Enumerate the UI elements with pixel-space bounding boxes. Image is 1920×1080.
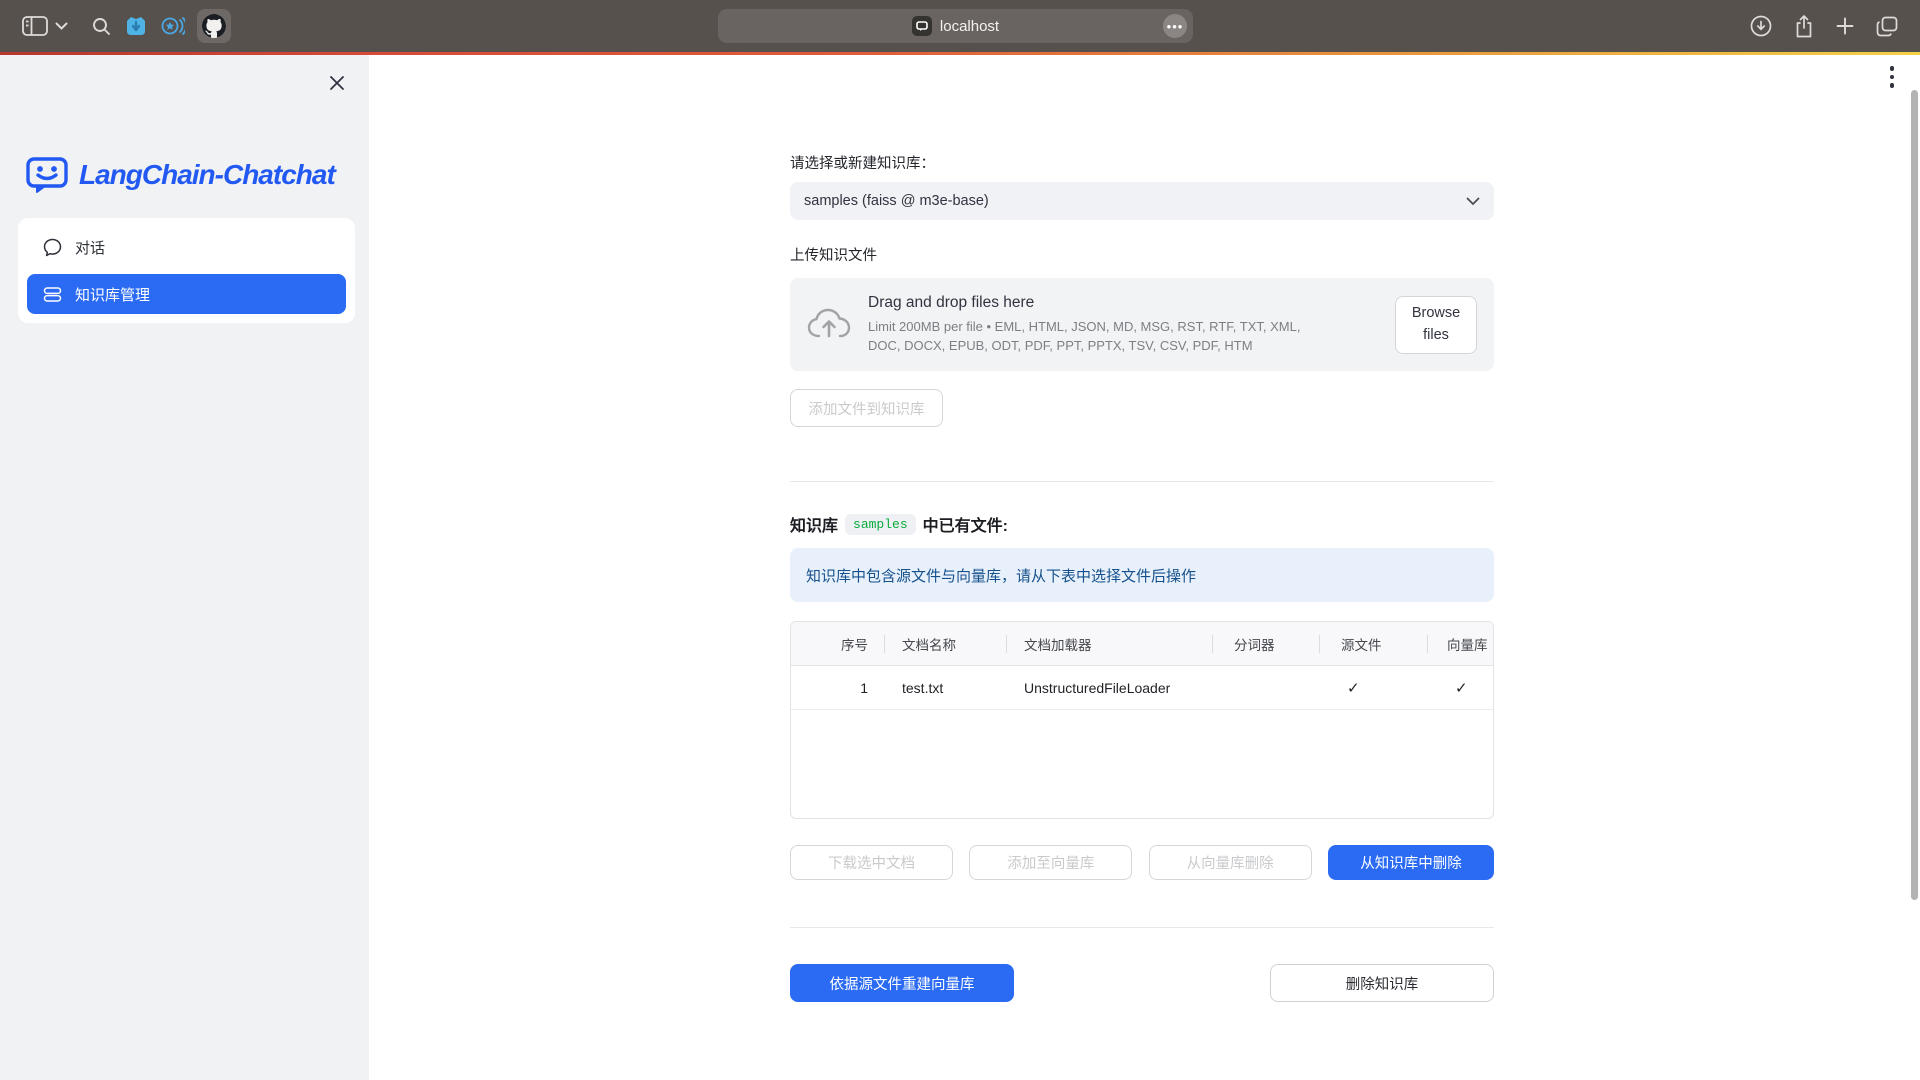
file-uploader-dropzone[interactable]: Drag and drop files here Limit 200MB per… (790, 278, 1494, 371)
search-icon[interactable] (92, 0, 111, 52)
share-icon[interactable] (1794, 0, 1814, 52)
rebuild-vectorstore-button[interactable]: 依据源文件重建向量库 (790, 964, 1014, 1002)
info-banner-text: 知识库中包含源文件与向量库，请从下表中选择文件后操作 (806, 565, 1196, 586)
address-bar[interactable]: localhost ••• (718, 9, 1193, 43)
cat-extension-icon[interactable] (125, 0, 147, 52)
file-actions-row: 下载选中文档 添加至向量库 从向量库删除 从知识库中删除 (790, 845, 1494, 880)
table-cell: test.txt (884, 666, 1006, 709)
chevron-down-icon (1466, 197, 1480, 206)
table-cell: ✓ (1319, 666, 1427, 709)
sidebar-toggle-icon[interactable] (22, 0, 48, 52)
info-banner: 知识库中包含源文件与向量库，请从下表中选择文件后操作 (790, 548, 1494, 602)
upload-label: 上传知识文件 (790, 244, 1494, 265)
add-to-vectorstore-button[interactable]: 添加至向量库 (969, 845, 1132, 880)
table-cell: UnstructuredFileLoader (1006, 666, 1212, 709)
table-header-cell: 分词器 (1212, 622, 1319, 665)
table-header-cell: 向量库 (1427, 622, 1493, 665)
table-body: 1test.txtUnstructuredFileLoader ✓✓ (791, 666, 1493, 710)
browser-toolbar: localhost ••• (0, 0, 1920, 52)
table-cell (1212, 666, 1319, 709)
table-cell: ✓ (1427, 666, 1493, 709)
database-icon (43, 285, 62, 304)
delete-kb-button[interactable]: 删除知识库 (1270, 964, 1494, 1002)
kb-selectbox[interactable]: samples (faiss @ m3e-base) (790, 182, 1494, 220)
table-header-row: 序号文档名称文档加载器分词器源文件向量库 (791, 622, 1493, 666)
table-row[interactable]: 1test.txtUnstructuredFileLoader ✓✓ (791, 666, 1493, 710)
github-extension-icon[interactable] (197, 9, 231, 43)
app-menu-icon[interactable] (1880, 63, 1904, 91)
delete-from-vectorstore-button[interactable]: 从向量库删除 (1149, 845, 1312, 880)
main-area: 请选择或新建知识库： samples (faiss @ m3e-base) 上传… (369, 55, 1920, 1080)
files-heading-suffix: 中已有文件: (923, 512, 1008, 536)
divider (790, 481, 1494, 482)
dropzone-title: Drag and drop files here (868, 294, 1303, 312)
new-tab-icon[interactable] (1836, 0, 1854, 52)
table-header-cell: 文档名称 (884, 622, 1006, 665)
kb-actions-row: 依据源文件重建向量库 删除知识库 (790, 964, 1494, 1002)
sidebar-close-icon[interactable] (323, 69, 351, 97)
sidebar-nav: 对话 知识库管理 (18, 218, 355, 323)
sidebar-item-dialogue[interactable]: 对话 (27, 227, 346, 267)
table-header-cell: 文档加载器 (1006, 622, 1212, 665)
page-options-icon[interactable]: ••• (1163, 14, 1187, 38)
sidebar: LangChain-Chatchat 对话 知识库管理 (0, 55, 369, 1080)
table-header-cell: 序号 (791, 622, 884, 665)
files-heading: 知识库 samples 中已有文件: (790, 512, 1494, 536)
kb-name-code: samples (845, 514, 916, 535)
kb-selectbox-value: samples (faiss @ m3e-base) (804, 193, 989, 209)
cloud-upload-icon (807, 308, 851, 342)
sidebar-item-label: 对话 (75, 237, 105, 258)
table-cell: 1 (791, 666, 884, 709)
scrollbar-thumb[interactable] (1911, 90, 1918, 900)
sidebar-item-knowledge-base[interactable]: 知识库管理 (27, 274, 346, 314)
browse-files-button[interactable]: Browse files (1395, 296, 1477, 354)
kb-select-label: 请选择或新建知识库： (790, 55, 1494, 173)
chevron-down-icon[interactable] (55, 0, 68, 52)
downloads-icon[interactable] (1750, 0, 1772, 52)
download-selected-button[interactable]: 下载选中文档 (790, 845, 953, 880)
dropzone-limit-text: Limit 200MB per file • EML, HTML, JSON, … (868, 318, 1303, 356)
files-table[interactable]: 序号文档名称文档加载器分词器源文件向量库 1test.txtUnstructur… (790, 621, 1494, 819)
table-header-cell: 源文件 (1319, 622, 1427, 665)
chat-icon (43, 238, 62, 257)
url-text: localhost (940, 18, 999, 35)
sidebar-item-label: 知识库管理 (75, 284, 150, 305)
waves-extension-icon[interactable] (161, 0, 185, 52)
delete-from-kb-button[interactable]: 从知识库中删除 (1328, 845, 1494, 880)
app-logo: LangChain-Chatchat (25, 155, 335, 195)
chat-bubble-logo-icon (25, 155, 69, 195)
add-files-button[interactable]: 添加文件到知识库 (790, 389, 943, 427)
tab-overview-icon[interactable] (1876, 0, 1898, 52)
site-favicon (912, 16, 932, 36)
files-heading-prefix: 知识库 (790, 512, 838, 536)
divider (790, 927, 1494, 928)
app-logo-text: LangChain-Chatchat (79, 159, 335, 191)
